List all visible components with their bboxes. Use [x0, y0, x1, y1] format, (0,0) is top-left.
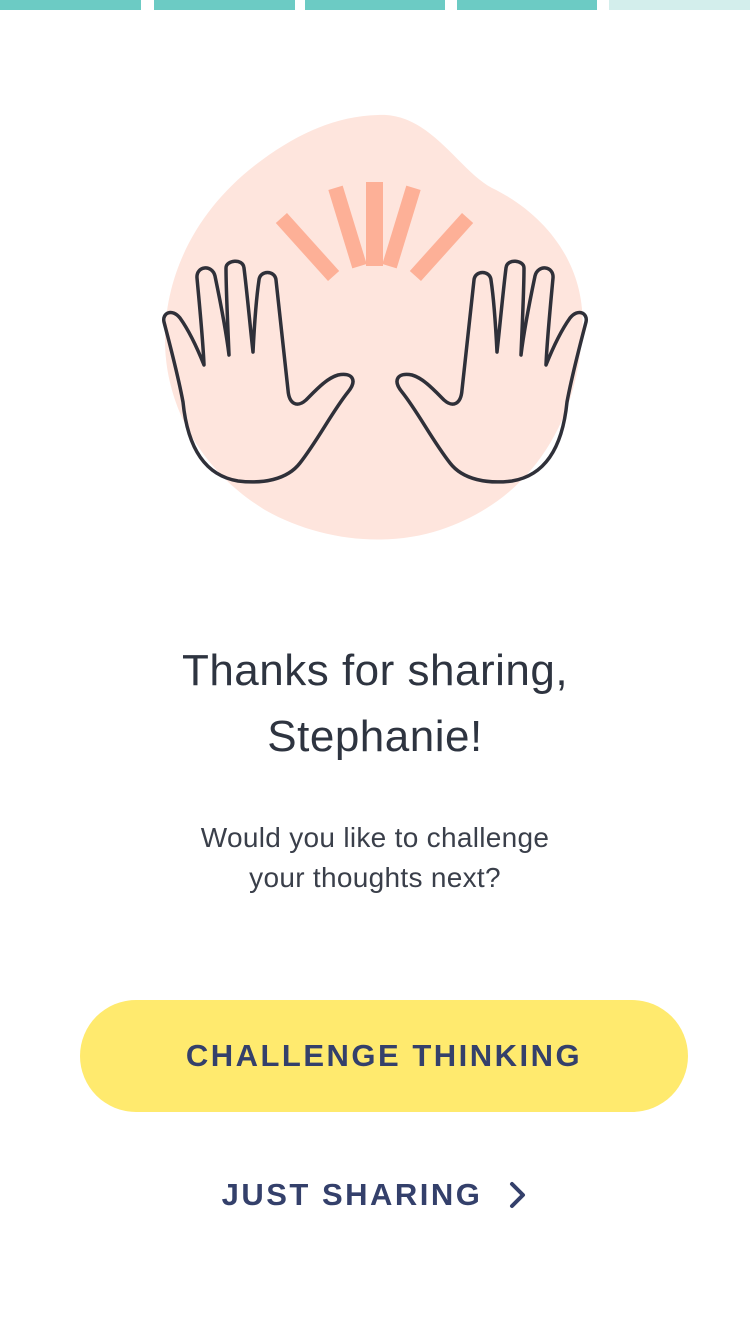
raised-hands-icon [162, 114, 588, 540]
just-sharing-label: JUST SHARING [221, 1177, 483, 1212]
challenge-thinking-button[interactable]: CHALLENGE THINKING [80, 1000, 688, 1112]
progress-segment-1 [0, 0, 141, 10]
chevron-right-icon [510, 1182, 526, 1208]
challenge-prompt: Would you like to challenge your thought… [0, 818, 750, 898]
progress-segment-3 [305, 0, 445, 10]
title-line: Stephanie! [267, 712, 483, 761]
progress-bar [0, 0, 750, 10]
progress-segment-5 [609, 0, 750, 10]
title-line: Thanks for sharing, [181, 646, 569, 695]
subtitle-line: your thoughts next? [249, 862, 501, 893]
progress-segment-2 [154, 0, 295, 10]
subtitle-line: Would you like to challenge [200, 822, 550, 853]
thanks-title: Thanks for sharing, Stephanie! [0, 638, 750, 770]
progress-segment-4 [457, 0, 597, 10]
sparkle-ray [366, 182, 383, 266]
just-sharing-button[interactable]: JUST SHARING [0, 1165, 750, 1225]
